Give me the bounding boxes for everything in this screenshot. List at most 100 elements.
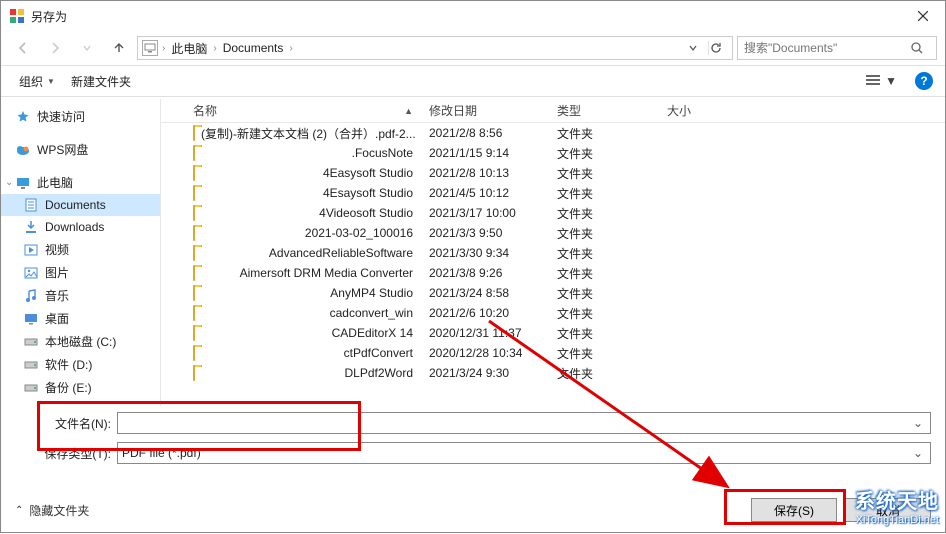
chevron-down-icon[interactable]: ⌄: [910, 416, 926, 430]
sidebar-wps[interactable]: WPS网盘: [1, 138, 160, 161]
row-type: 文件夹: [549, 165, 659, 182]
row-name: DLPdf2Word: [345, 366, 413, 380]
sidebar-item-drive-d[interactable]: 软件 (D:): [1, 353, 160, 376]
row-date: 2021/3/3 9:50: [421, 226, 549, 240]
hide-folders-toggle[interactable]: ⌃隐藏文件夹: [15, 502, 89, 519]
row-type: 文件夹: [549, 125, 659, 142]
cloud-icon: [15, 142, 31, 158]
filename-input[interactable]: [122, 415, 910, 431]
breadcrumb-folder[interactable]: Documents: [221, 41, 286, 55]
row-name: cadconvert_win: [330, 306, 413, 320]
view-icon: [865, 74, 881, 88]
column-type[interactable]: 类型: [549, 102, 659, 119]
cancel-button[interactable]: 取消: [845, 498, 931, 522]
save-button[interactable]: 保存(S): [751, 498, 837, 522]
search-box[interactable]: [737, 36, 937, 60]
table-row[interactable]: AnyMP4 Studio2021/3/24 8:58文件夹: [161, 283, 945, 303]
row-type: 文件夹: [549, 145, 659, 162]
column-name[interactable]: 名称▲: [161, 102, 421, 119]
row-date: 2021/3/30 9:34: [421, 246, 549, 260]
folder-icon: [193, 365, 209, 381]
row-date: 2021/4/5 10:12: [421, 186, 549, 200]
row-type: 文件夹: [549, 305, 659, 322]
new-folder-button[interactable]: 新建文件夹: [65, 69, 137, 94]
sidebar-item-pictures[interactable]: 图片: [1, 261, 160, 284]
close-button[interactable]: [901, 2, 945, 30]
window-title: 另存为: [31, 8, 901, 25]
table-row[interactable]: cadconvert_win 2021/2/6 10:20文件夹: [161, 303, 945, 323]
chevron-down-icon[interactable]: ⌄: [910, 446, 926, 460]
table-row[interactable]: .FocusNote2021/1/15 9:14文件夹: [161, 143, 945, 163]
column-header: 名称▲ 修改日期 类型 大小: [161, 99, 945, 123]
music-icon: [23, 288, 39, 304]
chevron-up-icon: ⌃: [15, 505, 23, 516]
row-date: 2021/2/6 10:20: [421, 306, 549, 320]
chevron-right-icon[interactable]: ›: [160, 43, 167, 54]
table-row[interactable]: DLPdf2Word2021/3/24 9:30文件夹: [161, 363, 945, 383]
folder-icon: [193, 185, 209, 201]
bottom-panel: 文件名(N): ⌄ 保存类型(T): PDF file (*.pdf) ⌄ ⌃隐…: [1, 406, 945, 532]
table-row[interactable]: 4Esaysoft Studio2021/4/5 10:12文件夹: [161, 183, 945, 203]
column-size[interactable]: 大小: [659, 102, 739, 119]
organize-button[interactable]: 组织▼: [13, 69, 61, 94]
row-name: AdvancedReliableSoftware: [269, 246, 413, 260]
row-name: .FocusNote: [352, 146, 413, 160]
sidebar-item-music[interactable]: 音乐: [1, 284, 160, 307]
sidebar-item-documents[interactable]: Documents: [1, 194, 160, 216]
forward-button[interactable]: [41, 35, 69, 61]
table-row[interactable]: (复制)-新建文本文档 (2)（合并）.pdf-2...2021/2/8 8:5…: [161, 123, 945, 143]
table-row[interactable]: AdvancedReliableSoftware 2021/3/30 9:34文件…: [161, 243, 945, 263]
row-name: 4Easysoft Studio: [323, 166, 413, 180]
table-row[interactable]: ctPdfConvert2020/12/28 10:34文件夹: [161, 343, 945, 363]
main-area: 快速访问 WPS网盘 ⌄ 此电脑 Documents Downloads 视频 …: [1, 99, 945, 406]
toolbar: 组织▼ 新建文件夹 ▼ ?: [1, 65, 945, 97]
search-input[interactable]: [738, 41, 910, 55]
search-icon[interactable]: [910, 41, 936, 55]
up-button[interactable]: [105, 35, 133, 61]
refresh-button[interactable]: [708, 41, 730, 55]
video-icon: [23, 242, 39, 258]
folder-icon: [193, 245, 209, 261]
app-icon: [9, 8, 25, 24]
sidebar-quick-access[interactable]: 快速访问: [1, 105, 160, 128]
chevron-right-icon[interactable]: ›: [211, 43, 218, 54]
sidebar-item-downloads[interactable]: Downloads: [1, 216, 160, 238]
view-mode-button[interactable]: ▼: [861, 72, 901, 90]
column-date[interactable]: 修改日期: [421, 102, 549, 119]
desktop-icon: [23, 311, 39, 327]
help-button[interactable]: ?: [915, 72, 933, 90]
breadcrumb-root[interactable]: 此电脑: [169, 40, 209, 57]
row-type: 文件夹: [549, 225, 659, 242]
address-bar[interactable]: › 此电脑 › Documents ›: [137, 36, 733, 60]
sidebar-item-label: 本地磁盘 (C:): [45, 333, 116, 350]
sidebar-item-drive-e[interactable]: 备份 (E:): [1, 376, 160, 399]
sidebar: 快速访问 WPS网盘 ⌄ 此电脑 Documents Downloads 视频 …: [1, 99, 161, 406]
filename-control[interactable]: ⌄: [117, 412, 931, 434]
sidebar-item-label: Documents: [45, 198, 106, 212]
sidebar-item-label: 此电脑: [37, 174, 73, 191]
table-row[interactable]: Aimersoft DRM Media Converter2021/3/8 9:…: [161, 263, 945, 283]
folder-icon: [193, 205, 209, 221]
sidebar-this-pc[interactable]: ⌄ 此电脑: [1, 171, 160, 194]
sidebar-item-label: 软件 (D:): [45, 356, 92, 373]
sidebar-item-desktop[interactable]: 桌面: [1, 307, 160, 330]
table-row[interactable]: 4Videosoft Studio2021/3/17 10:00文件夹: [161, 203, 945, 223]
sidebar-item-drive-c[interactable]: 本地磁盘 (C:): [1, 330, 160, 353]
table-row[interactable]: CADEditorX 142020/12/31 11:37文件夹: [161, 323, 945, 343]
collapse-icon[interactable]: ⌄: [5, 177, 13, 188]
file-list: 名称▲ 修改日期 类型 大小 (复制)-新建文本文档 (2)（合并）.pdf-2…: [161, 99, 945, 406]
doc-icon: [23, 197, 39, 213]
chevron-right-icon[interactable]: ›: [287, 43, 294, 54]
address-history-dropdown[interactable]: [688, 43, 706, 53]
sidebar-item-label: 视频: [45, 241, 69, 258]
filetype-select[interactable]: PDF file (*.pdf) ⌄: [117, 442, 931, 464]
table-row[interactable]: 4Easysoft Studio2021/2/8 10:13文件夹: [161, 163, 945, 183]
back-button[interactable]: [9, 35, 37, 61]
recent-dropdown[interactable]: [73, 35, 101, 61]
table-row[interactable]: 2021-03-02_1000162021/3/3 9:50文件夹: [161, 223, 945, 243]
row-type: 文件夹: [549, 245, 659, 262]
row-type: 文件夹: [549, 265, 659, 282]
nav-row: › 此电脑 › Documents ›: [1, 31, 945, 65]
download-icon: [23, 219, 39, 235]
sidebar-item-videos[interactable]: 视频: [1, 238, 160, 261]
